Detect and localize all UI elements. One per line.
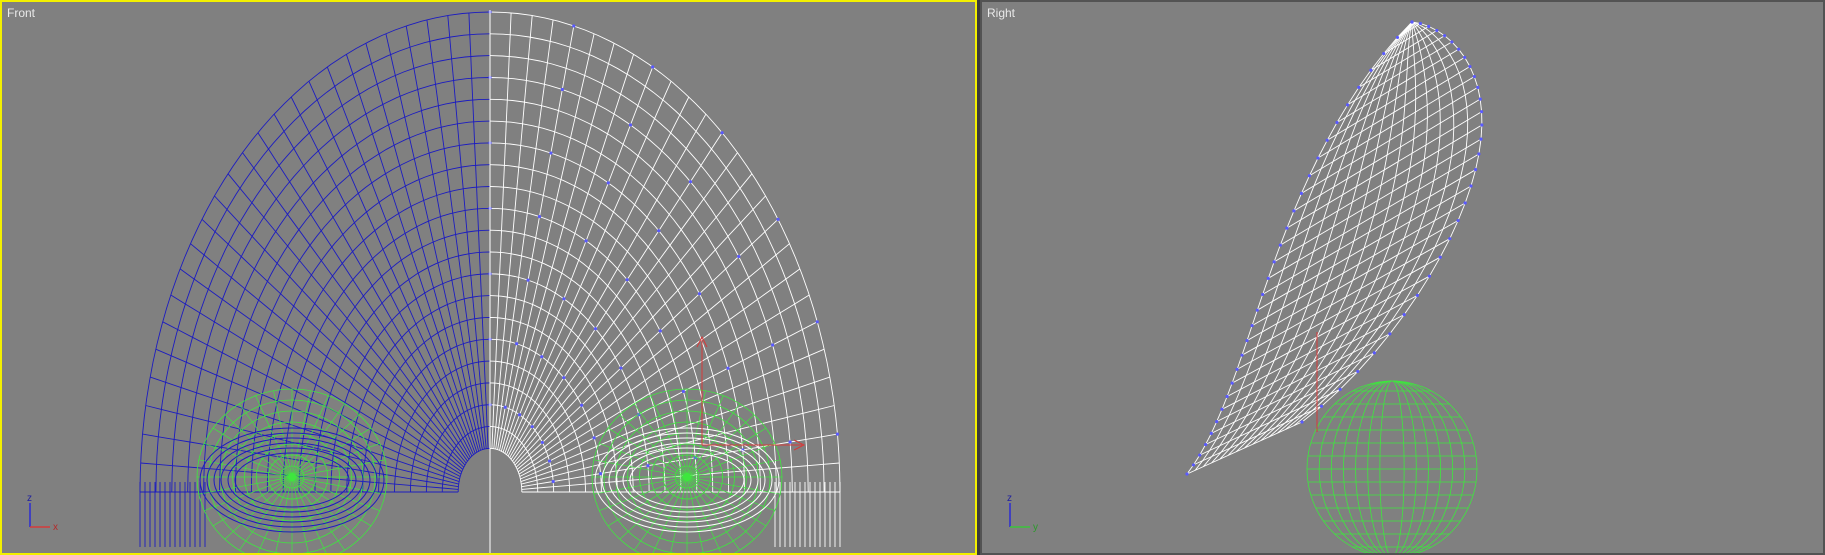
viewport-label-front[interactable]: Front xyxy=(7,6,35,20)
right-mesh-wireframe[interactable] xyxy=(982,2,1823,553)
mesh-half-right[interactable] xyxy=(488,10,841,547)
axis-y-label: y xyxy=(1033,522,1038,533)
viewport-front[interactable]: Front z x xyxy=(0,0,977,555)
axis-tripod-front: z x xyxy=(27,493,58,533)
axis-tripod-right: z y xyxy=(1007,493,1038,533)
front-mesh-wireframe[interactable] xyxy=(2,2,975,553)
eye-sphere-side[interactable] xyxy=(1306,380,1478,553)
axis-z-label: z xyxy=(1007,493,1012,504)
mesh-half-left[interactable] xyxy=(139,11,491,547)
3d-editor-app: Front z x Right z y xyxy=(0,0,1825,555)
eye-sphere-right[interactable] xyxy=(591,388,783,553)
viewport-label-right[interactable]: Right xyxy=(987,6,1015,20)
mesh-side-profile[interactable] xyxy=(1185,20,1484,476)
axis-z-label: z xyxy=(27,493,32,504)
viewport-right[interactable]: Right z y xyxy=(980,0,1825,555)
axis-x-label: x xyxy=(53,522,58,533)
